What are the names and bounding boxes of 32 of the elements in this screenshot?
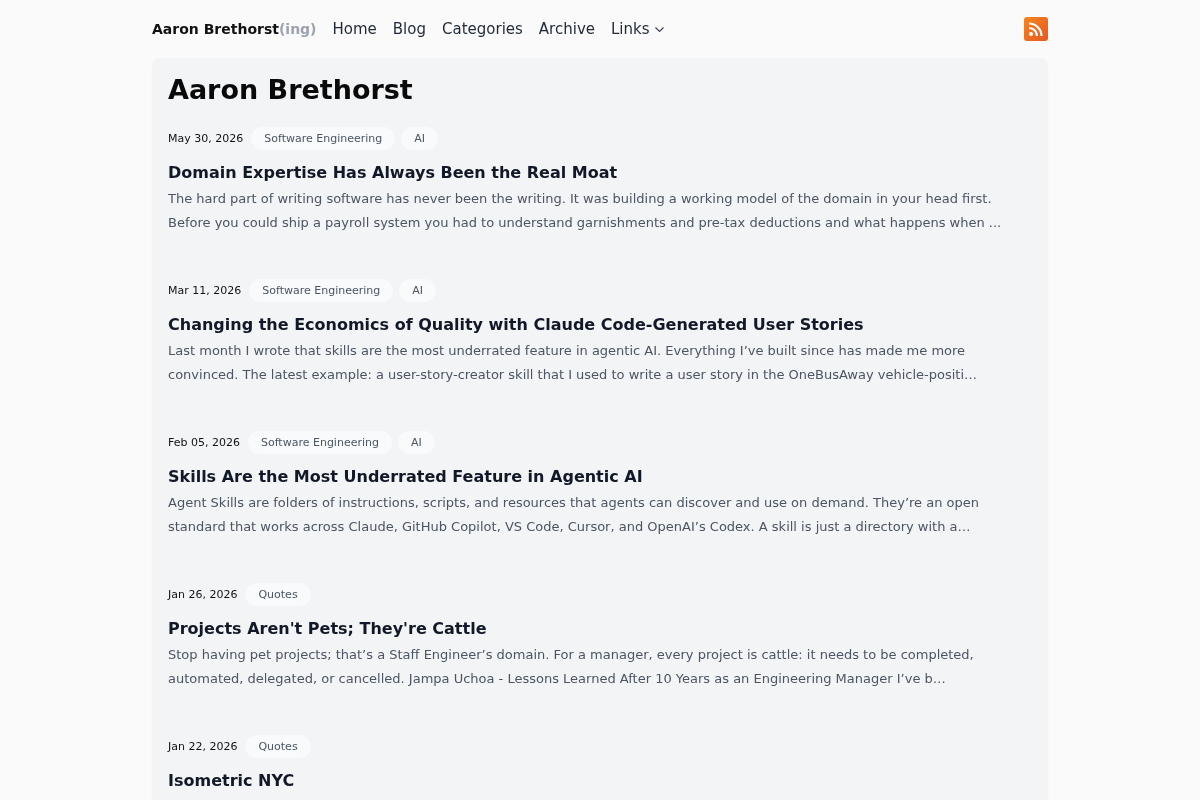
category-tag[interactable]: Software Engineering — [251, 126, 396, 150]
post-title-link[interactable]: Projects Aren't Pets; They're Cattle — [168, 615, 487, 643]
category-tag[interactable]: AI — [399, 278, 437, 302]
category-tag[interactable]: Software Engineering — [249, 278, 394, 302]
nav-link[interactable]: Categories — [442, 20, 523, 38]
post-excerpt: Stop having pet projects; that’s a Staff Engineer’s domain. For a manager, every project is cattle: it needs to be completed, automated, delegated, or cancelled. Jampa Uchoa - Lessons Learned After 10 Years as an Engineering Manager I’ve b… — [168, 646, 975, 688]
nav-link[interactable]: Home — [332, 20, 377, 38]
post-title-link[interactable]: Skills Are the Most Underrated Feature in Agentic AI — [168, 463, 643, 491]
post-excerpt: The hard part of writing software has never been the writing. It was building a working model of the domain in your head first. Before you could ship a payroll system you had to understand garnishments and pre-tax deductions and what happens when ... — [168, 190, 1003, 232]
nav-link[interactable]: Blog — [392, 20, 426, 38]
category-tag[interactable]: Quotes — [245, 582, 311, 606]
post-excerpt: Last month I wrote that skills are the most underrated feature in agentic AI. Everything I’ve built since has made me more convinced. The latest example: a user-story-creator skill that I used to write a user story in the OneBusAway vehicle-positi… — [168, 342, 978, 384]
post-date: Mar 11, 2026 — [168, 283, 242, 297]
category-tag[interactable]: Software Engineering — [247, 430, 392, 454]
post-date: Feb 05, 2026 — [168, 435, 240, 449]
page-title: Aaron Brethorst — [168, 73, 414, 107]
rss-link[interactable] — [1024, 17, 1048, 41]
post-title-link[interactable]: Isometric NYC — [168, 767, 295, 795]
post-title-link[interactable]: Domain Expertise Has Always Been the Real Moat — [168, 159, 618, 187]
post-excerpt: Agent Skills are folders of instructions, scripts, and resources that agents can discover and use on demand. They’re an open standard that works across Claude, GitHub Copilot, VS Code, Cursor, and OpenAI’s Codex. A skill is just a directory with a… — [168, 494, 981, 536]
rss-icon — [1024, 17, 1048, 41]
category-tag[interactable]: AI — [397, 430, 435, 454]
chevron-down-icon — [654, 26, 664, 32]
post-title-link[interactable]: Changing the Economics of Quality with Claude Code-Generated User Stories — [168, 311, 864, 339]
nav-dropdown[interactable]: Links — [611, 20, 664, 38]
category-tag[interactable]: AI — [401, 126, 438, 150]
post-date: Jan 22, 2026 — [168, 739, 238, 753]
category-tag[interactable]: Quotes — [245, 734, 311, 758]
post-date: Jan 26, 2026 — [168, 587, 238, 601]
site-title-link[interactable]: Aaron Brethorst(ing) — [152, 21, 317, 37]
post-date: May 30, 2026 — [168, 131, 244, 145]
nav-link[interactable]: Archive — [538, 20, 595, 38]
